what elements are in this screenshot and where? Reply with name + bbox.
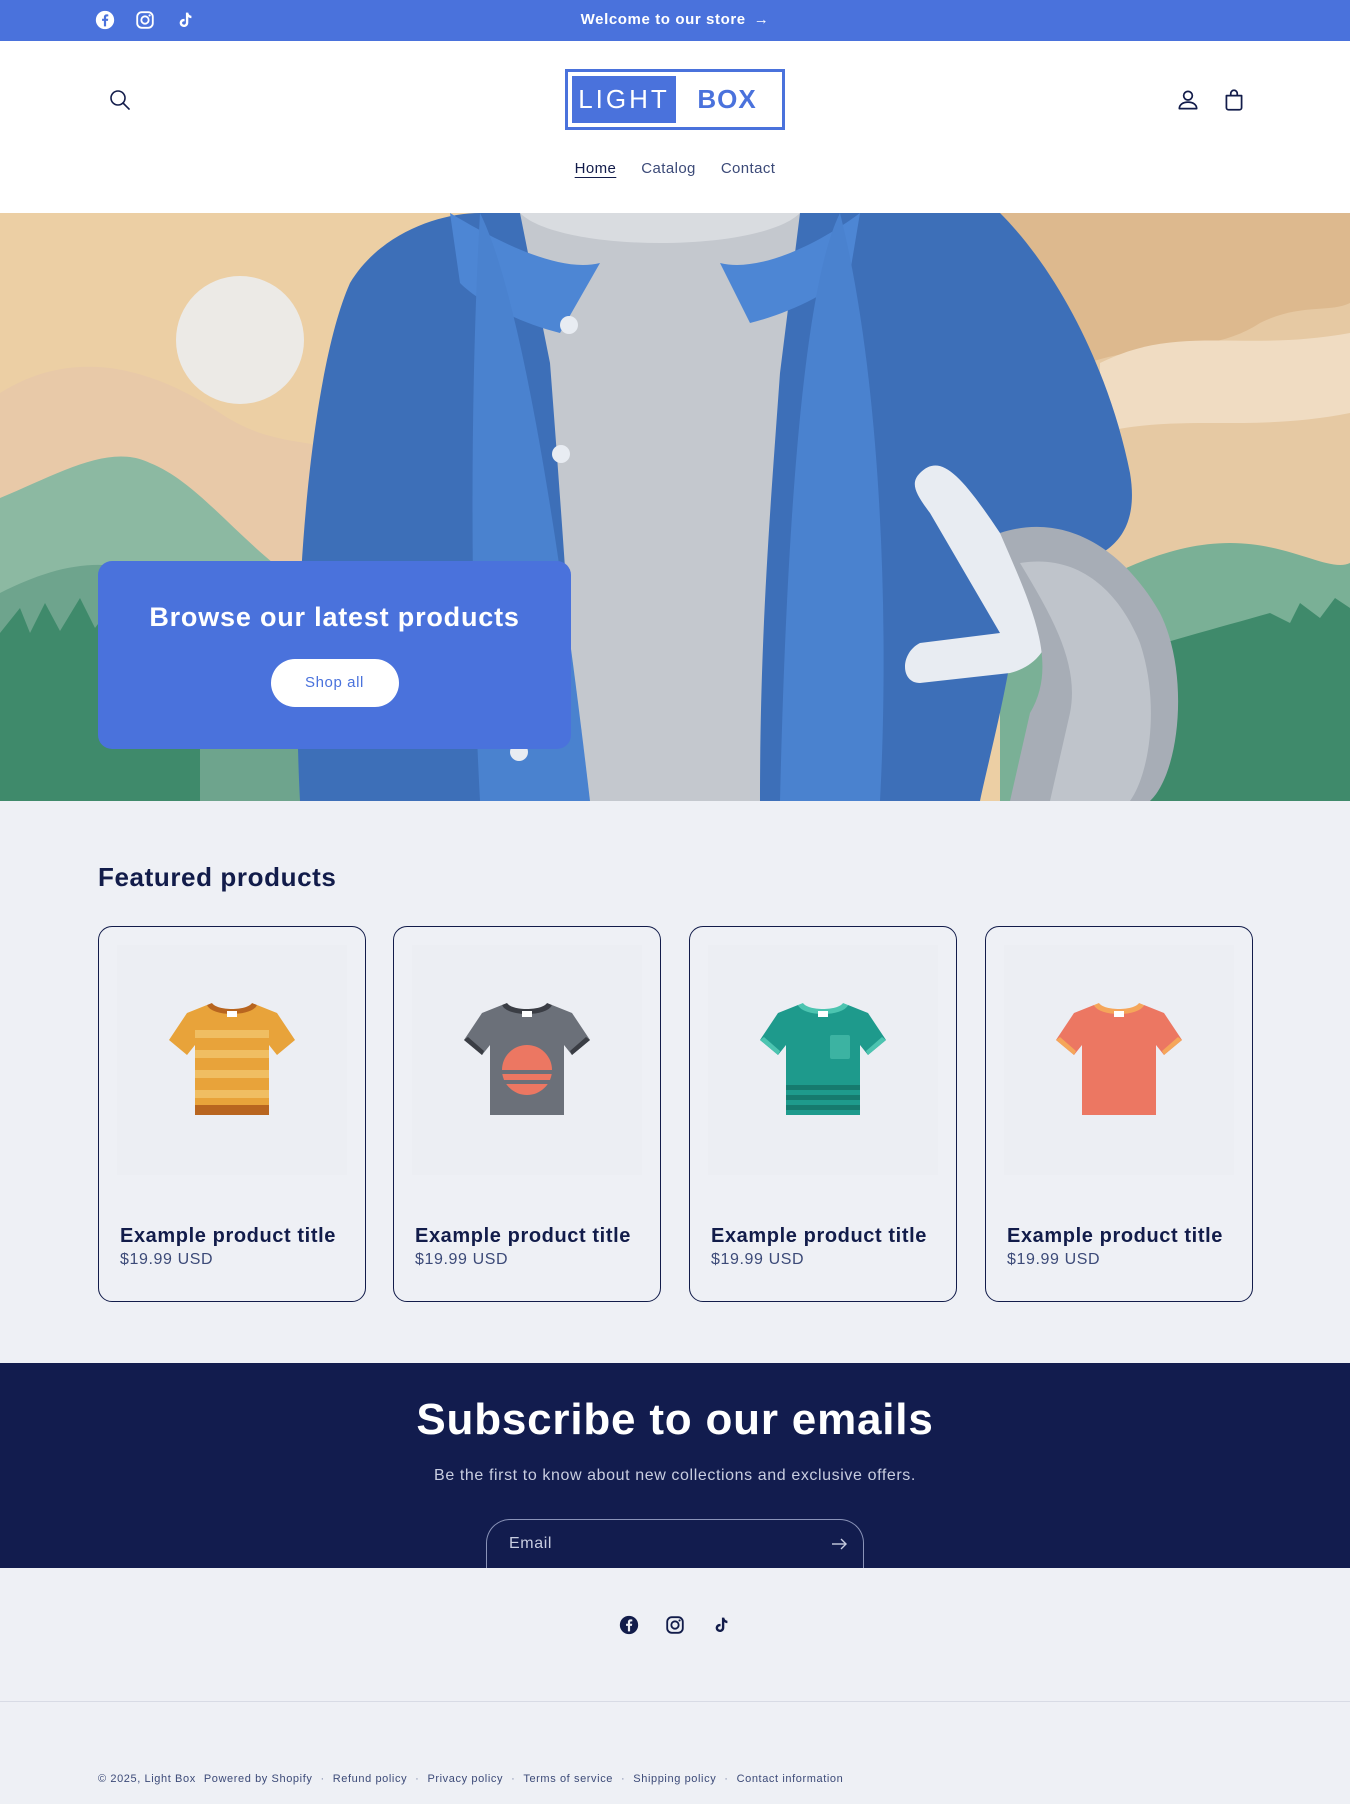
product-image[interactable] <box>708 945 938 1175</box>
arrow-right-icon: → <box>753 11 770 28</box>
product-price: $19.99 USD <box>1007 1251 1101 1268</box>
announcement-text: Welcome to our store <box>580 11 746 28</box>
tiktok-icon[interactable] <box>710 1614 732 1636</box>
product-card[interactable]: Example product title $19.99 USD <box>98 926 366 1302</box>
site-header: LIGHT BOX Home Catalog Contact <box>0 41 1350 213</box>
announcement-bar: Welcome to our store → <box>0 0 1350 41</box>
featured-heading: Featured products <box>98 862 337 892</box>
email-field[interactable]: Email <box>486 1519 864 1568</box>
privacy-policy-link[interactable]: Privacy policy <box>427 1773 503 1785</box>
product-card[interactable]: Example product title $19.99 USD <box>689 926 957 1302</box>
cart-icon[interactable] <box>1221 87 1247 113</box>
copyright-text[interactable]: © 2025, Light Box <box>98 1773 196 1785</box>
product-card[interactable]: Example product title $19.99 USD <box>393 926 661 1302</box>
search-icon[interactable] <box>108 88 132 112</box>
product-title[interactable]: Example product title <box>415 1225 631 1248</box>
separator: · <box>724 1773 729 1785</box>
announcement-link[interactable]: Welcome to our store → <box>0 11 1350 28</box>
nav-contact[interactable]: Contact <box>721 160 776 177</box>
separator: · <box>621 1773 626 1785</box>
contact-information-link[interactable]: Contact information <box>737 1773 844 1785</box>
email-placeholder: Email <box>509 1535 553 1552</box>
store-logo[interactable]: LIGHT BOX <box>565 69 785 130</box>
account-icon[interactable] <box>1175 87 1201 113</box>
featured-products-section: Featured products Example product title … <box>0 801 1350 1363</box>
hero-content-box: Browse our latest products Shop all <box>98 561 571 749</box>
logo-right-text: BOX <box>697 84 757 114</box>
main-navigation: Home Catalog Contact <box>0 160 1350 177</box>
nav-catalog[interactable]: Catalog <box>641 160 696 177</box>
product-price: $19.99 USD <box>711 1251 805 1268</box>
newsletter-heading: Subscribe to our emails <box>416 1395 934 1444</box>
footer-social-links <box>0 1614 1350 1636</box>
product-image[interactable] <box>1004 945 1234 1175</box>
newsletter-subtext: Be the first to know about new collectio… <box>434 1467 916 1484</box>
separator: · <box>320 1773 325 1785</box>
hero-heading: Browse our latest products <box>149 602 520 632</box>
shop-all-button[interactable]: Shop all <box>270 659 399 707</box>
terms-of-service-link[interactable]: Terms of service <box>523 1773 613 1785</box>
product-title[interactable]: Example product title <box>711 1225 927 1248</box>
facebook-icon[interactable] <box>618 1614 640 1636</box>
refund-policy-link[interactable]: Refund policy <box>333 1773 407 1785</box>
instagram-icon[interactable] <box>664 1614 686 1636</box>
shipping-policy-link[interactable]: Shipping policy <box>633 1773 716 1785</box>
footer-links: © 2025, Light Box Powered by Shopify · R… <box>98 1773 843 1785</box>
separator: · <box>511 1773 516 1785</box>
newsletter-section: Subscribe to our emails Be the first to … <box>0 1363 1350 1568</box>
product-image[interactable] <box>117 945 347 1175</box>
product-title[interactable]: Example product title <box>120 1225 336 1248</box>
nav-home[interactable]: Home <box>575 160 617 177</box>
separator: · <box>415 1773 420 1785</box>
site-footer: © 2025, Light Box Powered by Shopify · R… <box>0 1568 1350 1804</box>
product-image[interactable] <box>412 945 642 1175</box>
hero-banner: Browse our latest products Shop all <box>0 213 1350 801</box>
footer-divider <box>0 1701 1350 1702</box>
product-title[interactable]: Example product title <box>1007 1225 1223 1248</box>
logo-left-text: LIGHT <box>572 76 676 123</box>
product-card[interactable]: Example product title $19.99 USD <box>985 926 1253 1302</box>
product-price: $19.99 USD <box>415 1251 509 1268</box>
product-price: $19.99 USD <box>120 1251 214 1268</box>
powered-by-link[interactable]: Powered by Shopify <box>204 1773 313 1785</box>
arrow-right-icon[interactable] <box>829 1534 849 1554</box>
